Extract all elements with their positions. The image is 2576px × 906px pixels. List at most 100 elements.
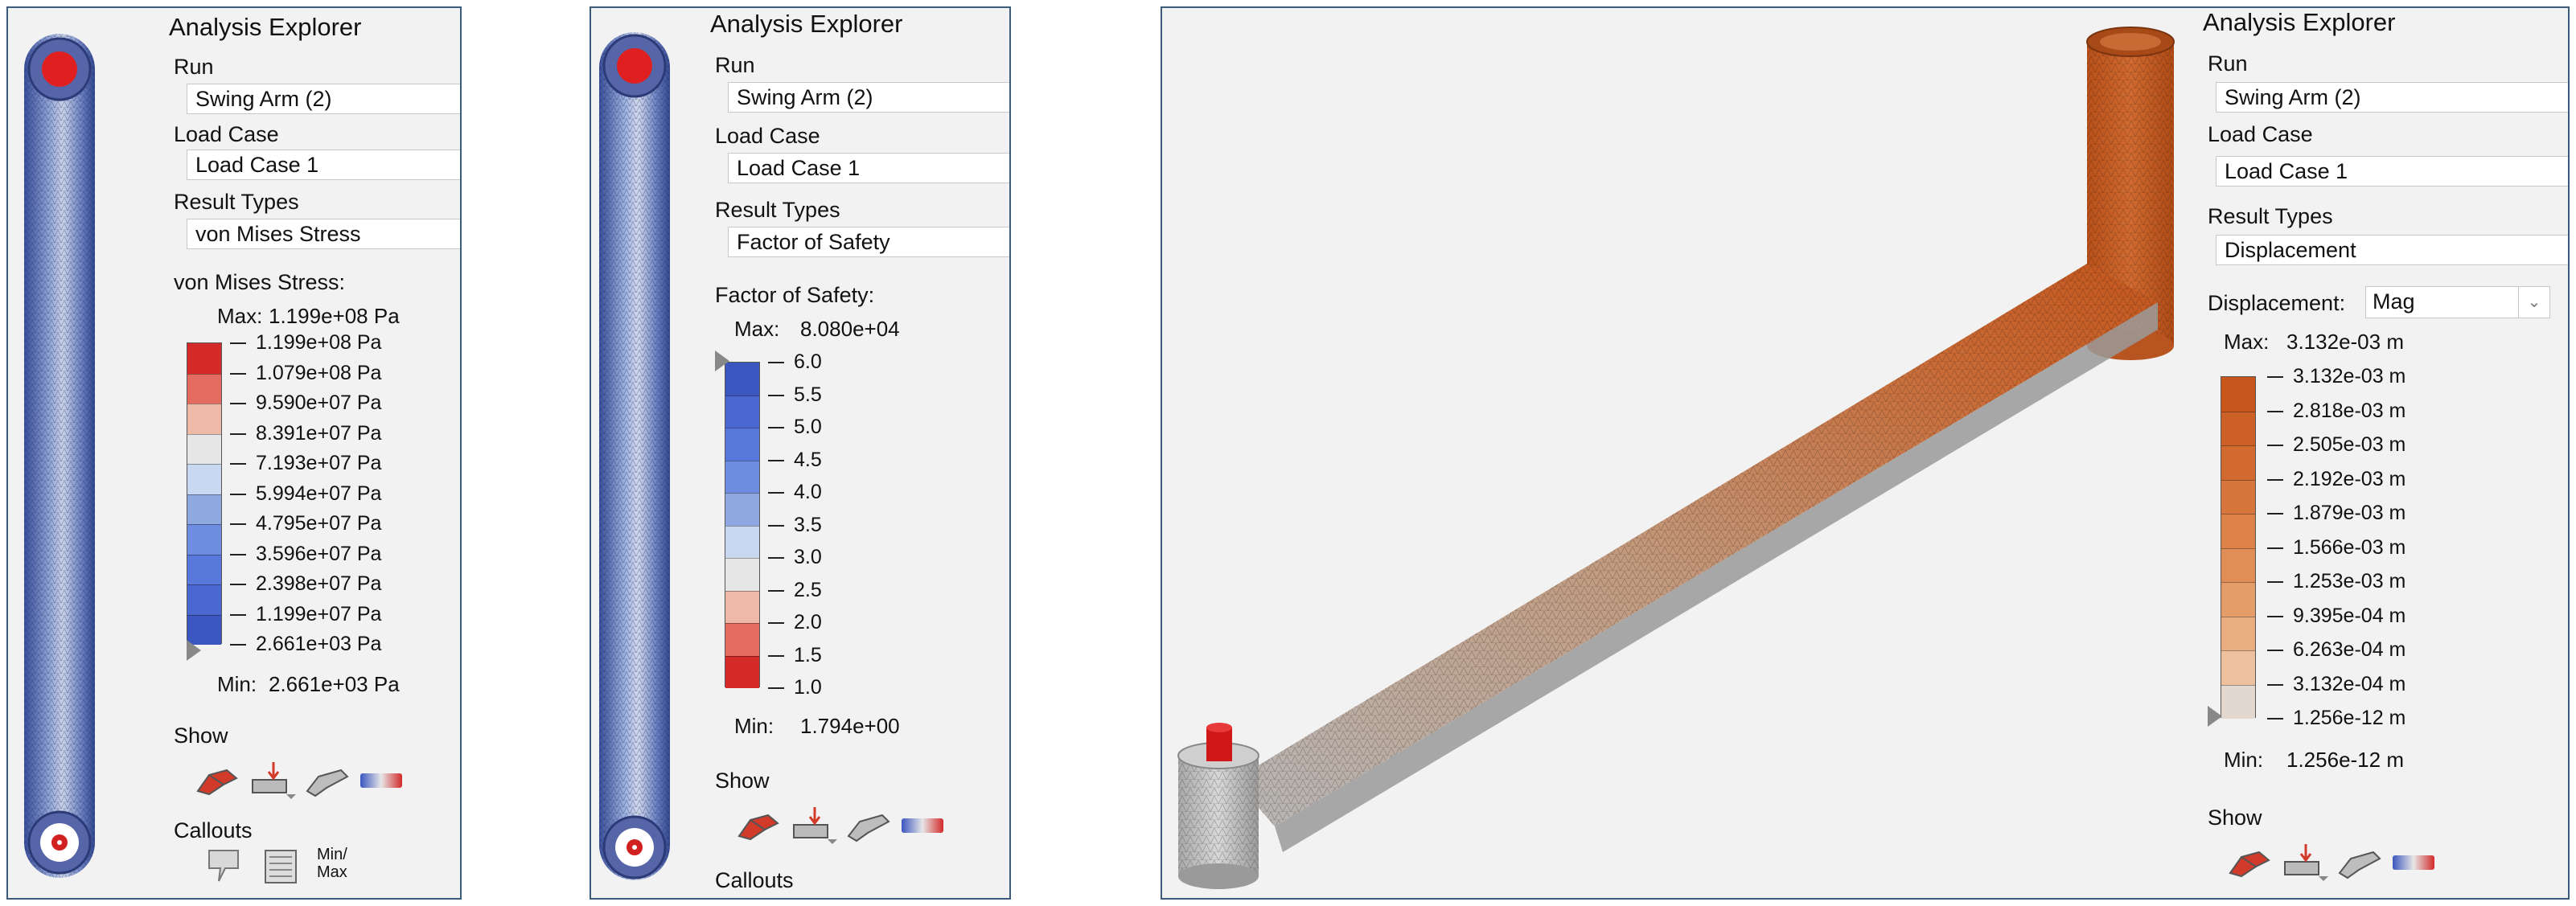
legend-tick-label: 1.5: [768, 643, 822, 667]
legend-tick-label: 9.590e+07 Pa: [230, 391, 381, 415]
result-types-field[interactable]: von Mises Stress: [187, 219, 460, 249]
legend-title: Displacement:: [2208, 291, 2346, 315]
legend-color-band: [2221, 684, 2255, 719]
legend-slider-marker[interactable]: [715, 351, 729, 371]
legend-tick-label: 6.0: [768, 350, 822, 374]
min-value: 1.794e+00: [800, 714, 900, 738]
legend-color-band: [725, 460, 759, 493]
model-viewport-safety[interactable]: [591, 16, 678, 896]
legend-tick-label: 5.0: [768, 415, 822, 439]
legend-color-band: [187, 404, 221, 434]
result-types-label: Result Types: [2208, 204, 2333, 228]
run-field[interactable]: Swing Arm (2): [728, 82, 1009, 113]
legend-tick-label: 1.879e-03 m: [2267, 501, 2405, 525]
legend-tick-label: 5.994e+07 Pa: [230, 482, 381, 506]
legend-color-band: [187, 554, 221, 584]
displacement-view-panel: Analysis Explorer Run Swing Arm (2) Load…: [1161, 6, 2570, 900]
undeformed-shape-icon[interactable]: [842, 804, 892, 846]
analysis-explorer: Analysis Explorer Run Swing Arm (2) Load…: [2203, 8, 2568, 892]
max-value: 8.080e+04: [800, 317, 900, 341]
legend-tick-label: 2.0: [768, 610, 822, 634]
safety-view-panel: Analysis Explorer Run Swing Arm (2) Load…: [590, 6, 1011, 900]
result-types-field[interactable]: Displacement: [2216, 235, 2568, 265]
undeformed-shape-icon[interactable]: [301, 759, 351, 801]
deformed-shape-icon[interactable]: [191, 759, 241, 801]
analysis-explorer: Analysis Explorer Run Swing Arm (2) Load…: [169, 8, 460, 892]
legend-color-band: [725, 590, 759, 623]
legend-bar-icon[interactable]: [2388, 841, 2438, 883]
legend-color-bar: [187, 342, 222, 645]
legend-tick-label: 2.505e-03 m: [2267, 433, 2405, 457]
legend-color-band: [187, 343, 221, 374]
legend-tick-label: 5.5: [768, 383, 822, 407]
component-dropdown[interactable]: Mag ⌄: [2365, 286, 2550, 318]
result-types-label: Result Types: [174, 190, 299, 214]
load-arrow-icon[interactable]: [246, 759, 296, 801]
legend-bar-icon[interactable]: [897, 804, 947, 846]
stress-view-panel: Analysis Explorer Run Swing Arm (2) Load…: [6, 6, 462, 900]
legend-color-band: [2221, 411, 2255, 445]
load-case-label: Load Case: [715, 124, 820, 148]
legend-tick-label: 2.192e-03 m: [2267, 467, 2405, 491]
explorer-title: Analysis Explorer: [2203, 8, 2396, 36]
run-label: Run: [2208, 51, 2248, 76]
legend-tick-label: 3.5: [768, 513, 822, 537]
min-max-callout-button[interactable]: Min/ Max: [317, 846, 347, 881]
load-case-field[interactable]: Load Case 1: [2216, 156, 2568, 187]
legend-tick-label: 3.596e+07 Pa: [230, 542, 381, 566]
model-viewport-displacement[interactable]: [1162, 8, 2175, 898]
deformed-shape-icon[interactable]: [733, 804, 783, 846]
min-label: Min:: [217, 672, 257, 696]
legend-tick-label: 1.199e+08 Pa: [230, 330, 381, 355]
load-case-field[interactable]: Load Case 1: [187, 150, 460, 180]
legend-tick-label: 3.0: [768, 545, 822, 569]
legend-tick-label: 6.263e-04 m: [2267, 637, 2405, 662]
component-dropdown-value: Mag: [2373, 289, 2415, 314]
show-label: Show: [2208, 806, 2262, 830]
explorer-title: Analysis Explorer: [169, 13, 362, 41]
run-label: Run: [715, 53, 755, 77]
legend-tick-label: 7.193e+07 Pa: [230, 451, 381, 475]
legend-tick-label: 1.0: [768, 675, 822, 699]
legend-color-band: [2221, 650, 2255, 685]
show-label: Show: [174, 724, 228, 748]
load-case-field[interactable]: Load Case 1: [728, 153, 1009, 183]
load-arrow-icon[interactable]: [787, 804, 837, 846]
load-arrow-icon[interactable]: [2278, 841, 2328, 883]
chevron-down-icon[interactable]: ⌄: [2518, 287, 2549, 318]
deformed-shape-icon[interactable]: [2224, 841, 2274, 883]
legend-color-band: [725, 525, 759, 558]
legend-title: von Mises Stress:: [174, 270, 346, 294]
legend-color-band: [725, 655, 759, 688]
result-types-label: Result Types: [715, 198, 840, 222]
callouts-label: Callouts: [715, 868, 794, 892]
legend-tick-label: 1.566e-03 m: [2267, 535, 2405, 560]
legend-color-band: [725, 623, 759, 656]
legend-color-band: [2221, 616, 2255, 650]
legend-slider-marker[interactable]: [187, 640, 201, 661]
legend-tick-label: 2.398e+07 Pa: [230, 572, 381, 596]
show-label: Show: [715, 769, 770, 793]
legend-tick-label: 4.795e+07 Pa: [230, 511, 381, 535]
run-field[interactable]: Swing Arm (2): [2216, 82, 2568, 113]
legend-tick-label: 2.661e+03 Pa: [230, 632, 381, 656]
undeformed-shape-icon[interactable]: [2333, 841, 2383, 883]
result-types-field[interactable]: Factor of Safety: [728, 227, 1009, 257]
legend-slider-marker[interactable]: [2208, 706, 2222, 727]
legend-color-band: [187, 433, 221, 464]
legend-color-band: [2221, 479, 2255, 514]
legend-bar-icon[interactable]: [355, 759, 405, 801]
legend-color-band: [2221, 582, 2255, 617]
model-viewport-stress[interactable]: [16, 18, 103, 894]
table-callout-icon[interactable]: [257, 846, 307, 888]
legend-color-band: [2221, 445, 2255, 480]
min-label: Min:: [2224, 748, 2264, 772]
legend-color-band: [187, 494, 221, 524]
run-field[interactable]: Swing Arm (2): [187, 84, 460, 114]
run-label: Run: [174, 55, 214, 79]
max-label: Max:: [217, 304, 263, 328]
callouts-label: Callouts: [174, 818, 253, 842]
explorer-title: Analysis Explorer: [710, 10, 903, 38]
legend-color-band: [725, 428, 759, 461]
callout-icon[interactable]: [201, 846, 251, 888]
